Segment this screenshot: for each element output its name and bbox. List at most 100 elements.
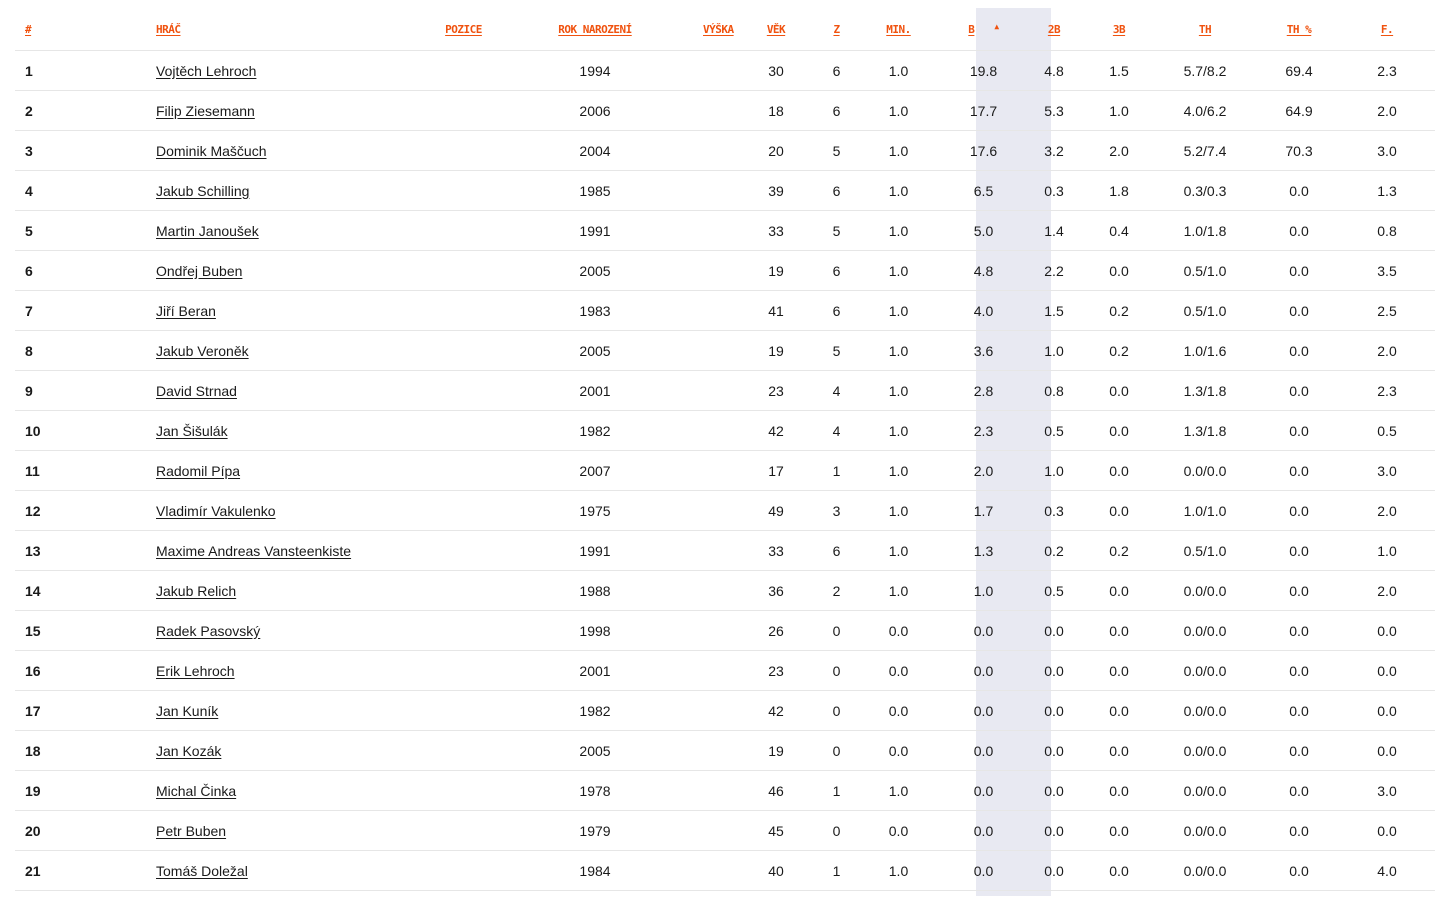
cell-minutes: 0.0: [851, 730, 946, 771]
cell-player-name: Jakub Schilling: [85, 170, 440, 211]
cell-games: 6: [822, 250, 851, 291]
cell-height: [703, 610, 730, 651]
player-link[interactable]: Jakub Relich: [156, 583, 236, 599]
cell-birth-year: 1991: [487, 210, 703, 251]
cell-free-throw-pct: 0.0: [1259, 490, 1339, 531]
cell-height: [703, 570, 730, 611]
col-header-free-throw-pct[interactable]: TH %: [1259, 8, 1339, 51]
table-header: # HRÁČ POZICE ROK NAROZENÍ VÝŠKA VĚK Z M…: [15, 8, 1435, 51]
col-header-points[interactable]: B ▲: [946, 8, 1021, 51]
cell-games: 2: [822, 570, 851, 611]
cell-position: [440, 810, 487, 851]
player-link[interactable]: Filip Ziesemann: [156, 103, 255, 119]
cell-free-throws: 5.2/7.4: [1151, 130, 1259, 171]
cell-rank: 9: [15, 370, 85, 411]
cell-position: [440, 170, 487, 211]
col-header-games[interactable]: Z: [822, 8, 851, 51]
cell-fouls: 0.0: [1339, 610, 1435, 651]
cell-free-throws: 1.0/1.0: [1151, 490, 1259, 531]
cell-fouls: 0.5: [1339, 410, 1435, 451]
cell-age: 30: [730, 50, 822, 91]
cell-free-throws: 1.3/1.8: [1151, 370, 1259, 411]
cell-height: [703, 330, 730, 371]
player-link[interactable]: Petr Buben: [156, 823, 226, 839]
cell-rank: 7: [15, 290, 85, 331]
cell-height: [703, 210, 730, 251]
cell-two-pt: 1.4: [1021, 210, 1087, 251]
col-header-two-pt[interactable]: 2B: [1021, 8, 1087, 51]
col-header-free-throws[interactable]: TH: [1151, 8, 1259, 51]
cell-two-pt: 0.0: [1021, 650, 1087, 691]
player-link[interactable]: Jakub Schilling: [156, 183, 249, 199]
cell-two-pt: 1.5: [1021, 290, 1087, 331]
col-header-fouls[interactable]: F.: [1339, 8, 1435, 51]
player-link[interactable]: Erik Lehroch: [156, 663, 235, 679]
cell-free-throw-pct: 0.0: [1259, 450, 1339, 491]
cell-free-throws: 0.0/0.0: [1151, 650, 1259, 691]
cell-player-name: Jakub Veroněk: [85, 330, 440, 371]
cell-birth-year: 2005: [487, 730, 703, 771]
table-row: 8 Jakub Veroněk 2005 19 5 1.0 3.6 1.0 0.2 1.0/1.6…: [15, 330, 1435, 371]
cell-free-throws: 0.5/1.0: [1151, 530, 1259, 571]
player-link[interactable]: Ondřej Buben: [156, 263, 242, 279]
col-header-position[interactable]: POZICE: [440, 8, 487, 51]
cell-position: [440, 450, 487, 491]
cell-player-name: Tomáš Doležal: [85, 850, 440, 891]
cell-games: 5: [822, 130, 851, 171]
col-header-birth-year[interactable]: ROK NAROZENÍ: [487, 8, 703, 51]
cell-rank: 12: [15, 490, 85, 531]
player-link[interactable]: Radek Pasovský: [156, 623, 260, 639]
cell-birth-year: 2007: [487, 450, 703, 491]
player-link[interactable]: David Strnad: [156, 383, 237, 399]
cell-rank: 4: [15, 170, 85, 211]
cell-free-throws: 0.0/0.0: [1151, 770, 1259, 811]
cell-free-throws: 1.0/1.8: [1151, 210, 1259, 251]
cell-points: 6.5: [946, 170, 1021, 211]
player-link[interactable]: Jan Šišulák: [156, 423, 228, 439]
col-header-minutes[interactable]: MIN.: [851, 8, 946, 51]
cell-fouls: 0.0: [1339, 730, 1435, 771]
cell-birth-year: 2006: [487, 90, 703, 131]
cell-points: 2.0: [946, 450, 1021, 491]
cell-points: 0.0: [946, 810, 1021, 851]
col-header-three-pt[interactable]: 3B: [1087, 8, 1151, 51]
cell-fouls: 3.0: [1339, 770, 1435, 811]
cell-minutes: 1.0: [851, 130, 946, 171]
player-link[interactable]: Jakub Veroněk: [156, 343, 249, 359]
player-link[interactable]: Martin Janoušek: [156, 223, 259, 239]
cell-free-throw-pct: 0.0: [1259, 250, 1339, 291]
player-link[interactable]: Radomil Pípa: [156, 463, 240, 479]
cell-height: [703, 370, 730, 411]
cell-points: 19.8: [946, 50, 1021, 91]
player-link[interactable]: Vojtěch Lehroch: [156, 63, 256, 79]
cell-fouls: 2.3: [1339, 370, 1435, 411]
cell-two-pt: 0.0: [1021, 610, 1087, 651]
col-header-height[interactable]: VÝŠKA: [703, 8, 734, 51]
cell-position: [440, 850, 487, 891]
table-row: 11 Radomil Pípa 2007 17 1 1.0 2.0 1.0 0.0 0.0/0.0…: [15, 450, 1435, 491]
player-link[interactable]: Dominik Maščuch: [156, 143, 266, 159]
cell-free-throw-pct: 69.4: [1259, 50, 1339, 91]
cell-age: 36: [730, 570, 822, 611]
cell-age: 49: [730, 490, 822, 531]
cell-points: 2.8: [946, 370, 1021, 411]
cell-rank: 21: [15, 850, 85, 891]
cell-two-pt: 0.5: [1021, 410, 1087, 451]
table-row: 19 Michal Činka 1978 46 1 1.0 0.0 0.0 0.0 0.0/0.0…: [15, 770, 1435, 811]
cell-three-pt: 0.2: [1087, 290, 1151, 331]
cell-free-throws: 5.7/8.2: [1151, 50, 1259, 91]
player-link[interactable]: Jiří Beran: [156, 303, 216, 319]
col-header-player[interactable]: HRÁČ: [85, 8, 440, 51]
col-header-age[interactable]: VĚK: [730, 8, 822, 51]
player-link[interactable]: Tomáš Doležal: [156, 863, 248, 879]
cell-two-pt: 3.2: [1021, 130, 1087, 171]
cell-minutes: 1.0: [851, 50, 946, 91]
cell-free-throw-pct: 0.0: [1259, 810, 1339, 851]
player-link[interactable]: Jan Kuník: [156, 703, 218, 719]
player-link[interactable]: Michal Činka: [156, 783, 236, 799]
player-link[interactable]: Jan Kozák: [156, 743, 221, 759]
cell-rank: 13: [15, 530, 85, 571]
player-link[interactable]: Maxime Andreas Vansteenkiste: [156, 543, 351, 559]
player-link[interactable]: Vladimír Vakulenko: [156, 503, 276, 519]
col-header-rank[interactable]: #: [15, 8, 85, 51]
